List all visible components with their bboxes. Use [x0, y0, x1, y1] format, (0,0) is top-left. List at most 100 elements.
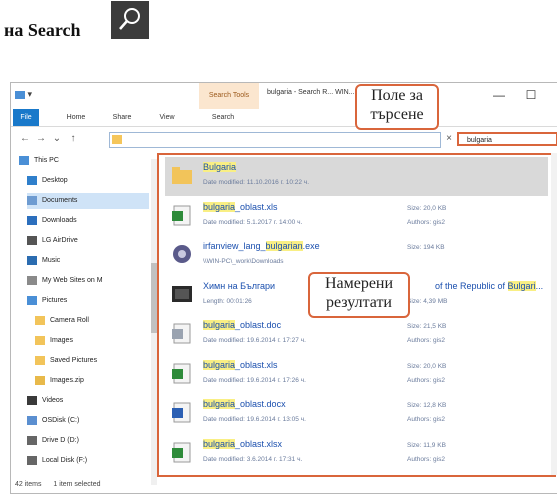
- search-tools-context-tab[interactable]: Search Tools: [199, 83, 259, 109]
- up-arrow-icon[interactable]: ↑: [67, 132, 79, 146]
- result-row[interactable]: bulgaria_oblast.xls Date modified: 5.1.20…: [165, 197, 548, 236]
- tab-search[interactable]: Search: [206, 109, 240, 126]
- result-row[interactable]: irfanview_lang_bulgarian.exe \\WIN-PC\_wo…: [165, 236, 548, 275]
- result-filename: Химн на Българи: [203, 281, 275, 291]
- heading-search-word: Search: [27, 20, 81, 40]
- nav-item[interactable]: Images: [35, 333, 149, 349]
- chevron-down-icon[interactable]: ⌄: [51, 132, 63, 146]
- filename-part: Химн на Българи: [203, 280, 276, 291]
- nav-item-label: Images: [50, 337, 73, 344]
- tab-home[interactable]: Home: [61, 109, 91, 126]
- filename-part: _oblast.xlsx: [235, 438, 283, 449]
- nav-item[interactable]: LG AirDrive: [27, 233, 149, 249]
- word-icon: [171, 401, 193, 423]
- match-highlight: Bulgaria: [203, 162, 237, 172]
- filename-part: _oblast.docx: [235, 399, 286, 409]
- match-highlight: bulgaria: [203, 201, 236, 212]
- computer-icon: [19, 155, 29, 165]
- documents-icon: [27, 195, 37, 205]
- filename-part: _oblast.doc: [235, 320, 282, 330]
- nav-item[interactable]: Downloads: [27, 213, 149, 229]
- result-row[interactable]: bulgaria_oblast.xlsx Date modified: 3.6.2…: [165, 434, 548, 473]
- excel-icon: [171, 204, 193, 226]
- result-filename: bulgaria_oblast.xls: [203, 359, 278, 370]
- result-filename-tail: of the Republic of Bulgari...: [435, 280, 544, 291]
- result-filename: bulgaria_oblast.xls: [203, 201, 278, 212]
- match-highlight: Bulgari: [507, 280, 536, 291]
- nav-item[interactable]: Desktop: [27, 173, 149, 189]
- results-scrollbar[interactable]: [551, 153, 557, 475]
- address-row: ← → ⌄ ↑ × bulgaria: [11, 129, 557, 149]
- result-filename: irfanview_lang_bulgarian.exe: [203, 241, 320, 251]
- result-row[interactable]: Bulgaria Date modified: 11.10.2016 г. 10:…: [165, 157, 548, 196]
- match-highlight: bulgaria: [203, 320, 236, 330]
- folder-icon: [35, 355, 45, 365]
- result-row[interactable]: bulgaria_oblast.xls Date modified: 19.6.2…: [165, 355, 548, 394]
- forward-arrow-icon[interactable]: →: [35, 132, 47, 146]
- tab-share[interactable]: Share: [107, 109, 137, 126]
- zip-folder-icon: [35, 375, 45, 385]
- nav-item-label: Saved Pictures: [50, 357, 98, 364]
- nav-item[interactable]: Camera Roll: [35, 313, 149, 329]
- address-clear-button[interactable]: ×: [443, 132, 455, 146]
- nav-item-label: Downloads: [42, 217, 77, 224]
- filename-part: irfanview_lang_: [203, 241, 266, 251]
- maximize-button[interactable]: ☐: [521, 85, 541, 105]
- videos-icon: [27, 395, 37, 405]
- nav-item[interactable]: Drive D (D:): [27, 433, 149, 449]
- result-meta: Date modified: 19.6.2014 г. 17:27 ч.: [203, 337, 306, 344]
- nav-item[interactable]: Documents: [27, 193, 149, 209]
- quick-access-toolbar[interactable]: ▾: [15, 89, 39, 103]
- nav-item-label: LG AirDrive: [42, 237, 78, 244]
- nav-item-label: Images.zip: [50, 377, 84, 384]
- result-meta: Date modified: 19.6.2014 г. 17:26 ч.: [203, 376, 306, 384]
- nav-item[interactable]: Images.zip: [35, 373, 149, 389]
- search-input[interactable]: bulgaria: [457, 132, 557, 146]
- window-title: bulgaria - Search R... WIN...: [267, 89, 355, 96]
- music-icon: [27, 255, 37, 265]
- folder-icon: [35, 315, 45, 325]
- desktop-icon: [27, 175, 37, 185]
- ribbon-tabs: File Home Share View Search: [11, 109, 557, 127]
- tab-file[interactable]: File: [13, 109, 39, 126]
- result-filename: bulgaria_oblast.doc: [203, 320, 281, 330]
- nav-item[interactable]: Saved Pictures: [35, 353, 149, 369]
- nav-item[interactable]: OSDisk (C:): [27, 413, 149, 429]
- filename-part: ...: [535, 280, 544, 291]
- callout-line: резултати: [326, 294, 392, 311]
- result-meta: Date modified: 11.10.2016 г. 10:22 ч.: [203, 179, 310, 186]
- nav-item[interactable]: This PC: [19, 153, 149, 169]
- nav-item-label: Videos: [42, 397, 64, 404]
- found-results-callout: Намерени резултати: [308, 272, 410, 318]
- result-row[interactable]: bulgaria_oblast.doc Date modified: 19.6.2…: [165, 315, 548, 354]
- tab-view[interactable]: View: [152, 109, 182, 126]
- excel-icon: [171, 362, 193, 384]
- title-bar: ▾ Search Tools bulgaria - Search R... WI…: [11, 83, 557, 109]
- selection-count: 1 item selected: [53, 481, 101, 488]
- callout-line: търсене: [370, 106, 424, 123]
- nav-item[interactable]: Local Disk (F:): [27, 453, 149, 469]
- nav-item[interactable]: Pictures: [27, 293, 149, 309]
- disk-icon: [27, 415, 37, 425]
- minimize-button[interactable]: —: [489, 85, 509, 105]
- nav-item[interactable]: Videos: [27, 393, 149, 409]
- back-arrow-icon[interactable]: ←: [19, 132, 31, 146]
- address-bar[interactable]: [109, 132, 441, 148]
- result-filename: bulgaria_oblast.xlsx: [203, 438, 283, 449]
- item-count: 42 items: [15, 481, 42, 488]
- downloads-icon: [27, 215, 37, 225]
- result-size: Size: 21,5 KB: [407, 323, 447, 330]
- result-size: Size: 12,8 KB: [407, 402, 447, 409]
- pictures-icon: [27, 295, 37, 305]
- nav-item[interactable]: My Web Sites on M: [27, 273, 149, 289]
- result-size: Size: 11,9 KB: [407, 441, 446, 449]
- nav-item-label: Desktop: [42, 177, 68, 184]
- search-icon: [111, 1, 149, 39]
- result-row[interactable]: bulgaria_oblast.docx Date modified: 19.6.…: [165, 394, 548, 433]
- nav-item[interactable]: Music: [27, 253, 149, 269]
- result-size: Size: 20,0 KB: [407, 362, 447, 370]
- result-authors: Authors: gis2: [407, 337, 445, 344]
- folder-icon: [171, 164, 193, 186]
- result-size: Size: 4,39 MB: [407, 297, 448, 305]
- result-authors: Authors: gis2: [407, 376, 445, 384]
